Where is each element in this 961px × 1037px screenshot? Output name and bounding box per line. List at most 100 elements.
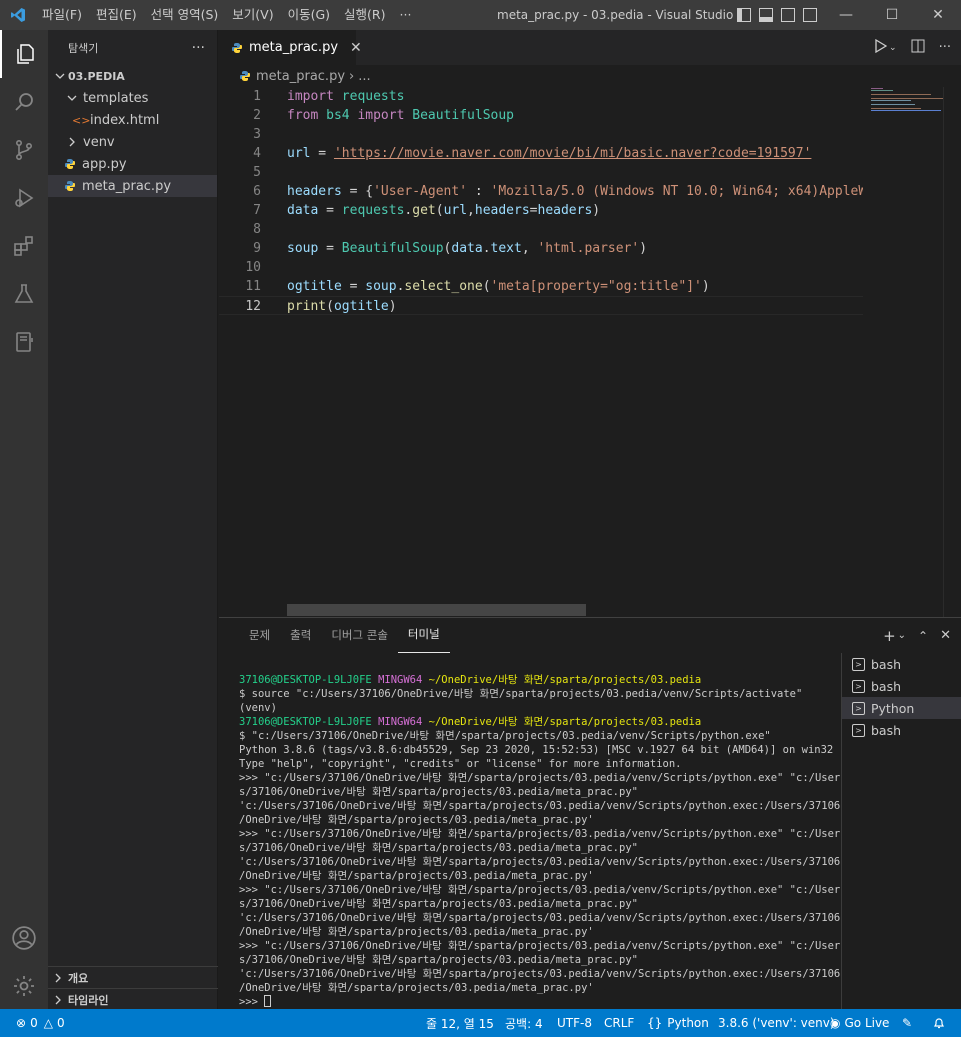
eol[interactable]: CRLF <box>604 1009 634 1037</box>
toggle-secondary-sidebar-icon[interactable] <box>781 8 795 22</box>
terminal-line: /OneDrive/바탕 화면/sparta/projects/03.pedia… <box>239 982 594 994</box>
source-control-icon[interactable] <box>0 126 48 174</box>
run-dropdown-icon[interactable]: ⌄ <box>889 43 897 53</box>
close-panel-icon[interactable]: ✕ <box>940 628 951 643</box>
line-number: 4 <box>253 146 261 161</box>
code-token: ( <box>482 279 491 294</box>
bell-icon[interactable] <box>933 1009 945 1037</box>
breadcrumb-symbols[interactable]: ... <box>358 69 370 84</box>
indentation[interactable]: 공백: 4 <box>505 1009 543 1037</box>
code-token: BeautifulSoup <box>341 241 444 256</box>
terminal-line: 'c:/Users/37106/OneDrive/바탕 화면/sparta/pr… <box>239 912 841 924</box>
menu-selection[interactable]: 선택 영역(S) <box>144 0 226 30</box>
menu-more[interactable]: ··· <box>393 0 419 30</box>
terminal-item-bash[interactable]: > bash <box>842 719 961 741</box>
code-editor[interactable]: 1 import requests 2 from bs4 import Beauti… <box>219 87 863 607</box>
encoding[interactable]: UTF-8 <box>557 1009 592 1037</box>
go-live-label: Go Live <box>844 1016 890 1030</box>
terminal-item-bash[interactable]: > bash <box>842 675 961 697</box>
toggle-sidebar-icon[interactable] <box>737 8 751 22</box>
chevron-down-icon[interactable]: ⌄ <box>898 630 906 641</box>
code-token: ( <box>435 203 444 218</box>
tab-problems[interactable]: 문제 <box>239 618 280 653</box>
terminal-item-python[interactable]: > Python <box>842 697 961 719</box>
menu-run[interactable]: 실행(R) <box>337 0 392 30</box>
code-line: 8 <box>219 220 863 239</box>
manage-gear-icon[interactable] <box>0 962 48 1010</box>
feedback-icon[interactable]: ✎ <box>902 1009 912 1037</box>
code-token: = <box>318 241 342 256</box>
menu-edit[interactable]: 편집(E) <box>89 0 144 30</box>
extensions-icon[interactable] <box>0 222 48 270</box>
terminal-line: 37106@DESKTOP-L9LJ0FE MINGW64 ~/OneDrive… <box>239 716 702 728</box>
code-token: ) <box>639 241 648 256</box>
menu-file[interactable]: 파일(F) <box>35 0 89 30</box>
menu-view[interactable]: 보기(V) <box>225 0 280 30</box>
terminal-line: 37106@DESKTOP-L9LJ0FE MINGW64 ~/OneDrive… <box>239 674 702 686</box>
python-interpreter[interactable]: 3.8.6 ('venv': venv) <box>718 1009 835 1037</box>
notebook-icon[interactable] <box>0 318 48 366</box>
code-token[interactable]: 'https://movie.naver.com/movie/bi/mi/bas… <box>334 146 811 161</box>
testing-icon[interactable] <box>0 270 48 318</box>
tree-item-meta-prac-py[interactable]: meta_prac.py <box>48 175 217 197</box>
outline-label: 개요 <box>68 971 89 985</box>
tab-debug-console[interactable]: 디버그 콘솔 <box>321 618 398 653</box>
go-live[interactable]: ◉ Go Live <box>830 1009 889 1037</box>
error-count: 0 <box>30 1016 38 1030</box>
minimap[interactable] <box>863 87 943 617</box>
search-icon[interactable] <box>0 78 48 126</box>
chevron-right-icon <box>48 973 68 983</box>
terminal-line: /OneDrive/바탕 화면/sparta/projects/03.pedia… <box>239 814 594 826</box>
terminal-line: 'c:/Users/37106/OneDrive/바탕 화면/sparta/pr… <box>239 800 841 812</box>
explorer-icon[interactable] <box>0 30 48 78</box>
toggle-panel-icon[interactable] <box>759 8 773 22</box>
tree-root[interactable]: 03.PEDIA <box>48 65 217 87</box>
root-folder-label: 03.PEDIA <box>68 69 125 83</box>
language-mode[interactable]: {} Python <box>647 1009 709 1037</box>
terminal-line: >>> "c:/Users/37106/OneDrive/바탕 화면/spart… <box>239 772 841 784</box>
breadcrumb-file[interactable]: meta_prac.py <box>256 69 345 84</box>
code-line-current: 12 print(ogtitle) <box>219 296 863 315</box>
split-editor-icon[interactable] <box>911 39 925 57</box>
minimize-button[interactable]: — <box>823 0 869 30</box>
new-terminal-icon[interactable]: + <box>883 627 896 645</box>
code-token: headers <box>287 184 342 199</box>
code-token: select_one <box>404 279 483 294</box>
outline-section[interactable]: 개요 <box>48 966 218 988</box>
tree-item-index-html[interactable]: <> index.html <box>48 109 217 131</box>
explorer-more-button[interactable]: ··· <box>192 40 205 56</box>
code-token: requests <box>333 89 405 104</box>
tree-item-templates[interactable]: templates <box>48 87 217 109</box>
code-line: 6 headers = {'User-Agent' : 'Mozilla/5.0 … <box>219 182 863 201</box>
tab-output[interactable]: 출력 <box>280 618 321 653</box>
tab-terminal[interactable]: 터미널 <box>397 618 450 653</box>
vertical-scrollbar[interactable] <box>943 87 957 617</box>
chevron-right-icon <box>48 995 68 1005</box>
terminal-line: s/37106/OneDrive/바탕 화면/sparta/projects/0… <box>239 954 638 966</box>
code-token: soup <box>287 241 319 256</box>
maximize-panel-icon[interactable]: ⌃ <box>918 629 928 643</box>
terminal-output[interactable]: 37106@DESKTOP-L9LJ0FE MINGW64 ~/OneDrive… <box>239 673 841 1009</box>
editor-more-icon[interactable]: ··· <box>939 40 951 55</box>
error-icon: ⊗ <box>16 1016 27 1030</box>
tree-item-app-py[interactable]: app.py <box>48 153 217 175</box>
accounts-icon[interactable] <box>0 914 48 962</box>
close-tab-icon[interactable]: ✕ <box>350 40 362 56</box>
terminal-item-bash[interactable]: > bash <box>842 653 961 675</box>
chevron-down-icon <box>64 93 80 103</box>
tree-item-venv[interactable]: venv <box>48 131 217 153</box>
horizontal-scrollbar[interactable] <box>287 604 586 616</box>
terminal-line: $ "c:/Users/37106/OneDrive/바탕 화면/sparta/… <box>239 730 771 742</box>
timeline-section[interactable]: 타임라인 <box>48 988 218 1010</box>
terminal-prompt[interactable]: >>> <box>239 995 839 1009</box>
cursor-position[interactable]: 줄 12, 열 15 <box>426 1009 494 1037</box>
run-python-file-icon[interactable] <box>873 38 888 57</box>
close-window-button[interactable]: ✕ <box>915 0 961 30</box>
menu-go[interactable]: 이동(G) <box>281 0 337 30</box>
run-debug-icon[interactable] <box>0 174 48 222</box>
tab-meta-prac-py[interactable]: meta_prac.py ✕ <box>219 30 362 65</box>
problems-status[interactable]: ⊗ 0 △ 0 <box>16 1009 65 1037</box>
maximize-button[interactable]: ☐ <box>869 0 915 30</box>
tree-item-label: meta_prac.py <box>82 178 172 194</box>
customize-layout-icon[interactable] <box>803 8 817 22</box>
